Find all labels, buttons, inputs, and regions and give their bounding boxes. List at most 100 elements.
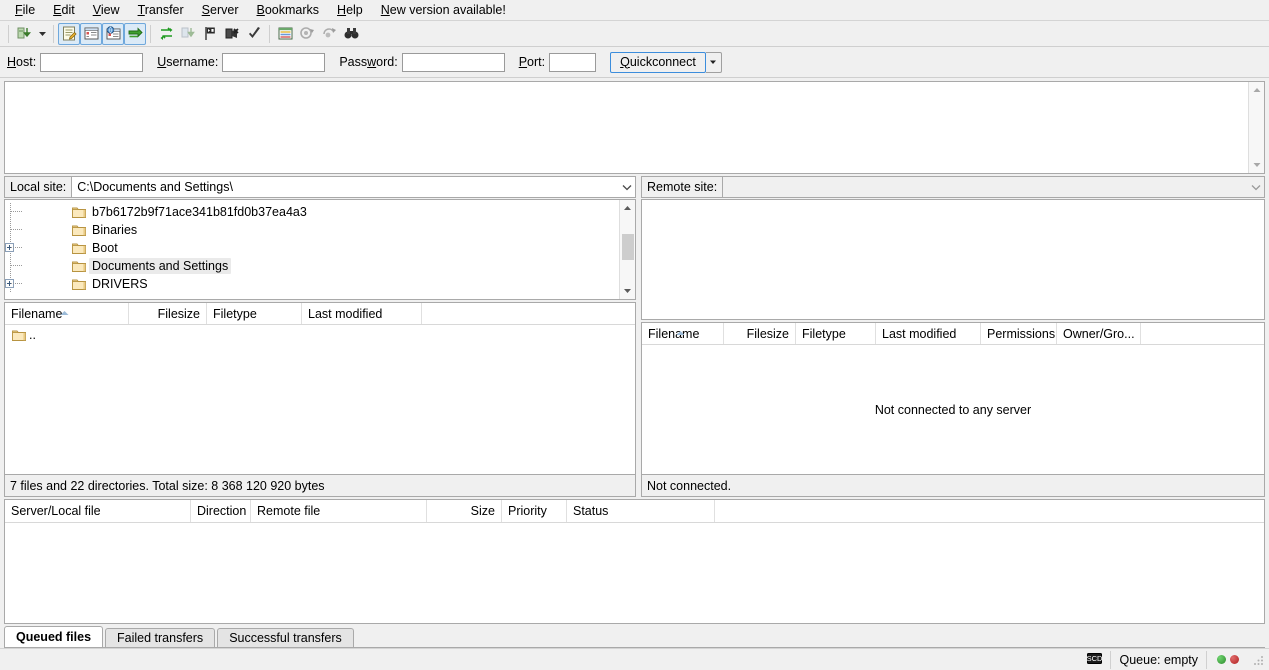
- remote-file-list-body[interactable]: Not connected to any server: [642, 345, 1264, 474]
- column-header-filesize[interactable]: Filesize: [724, 323, 796, 344]
- column-header-filename[interactable]: Filename: [642, 323, 724, 344]
- column-header-filler[interactable]: [715, 500, 1264, 522]
- column-header-filename[interactable]: Filename: [5, 303, 129, 324]
- binoculars-icon[interactable]: [340, 23, 362, 45]
- column-header-filler[interactable]: [422, 303, 635, 324]
- column-header-filetype[interactable]: Filetype: [796, 323, 876, 344]
- tree-item-selected[interactable]: Documents and Settings: [5, 257, 619, 275]
- scroll-up-icon[interactable]: [620, 200, 636, 216]
- port-input[interactable]: [549, 52, 597, 72]
- local-path-combo[interactable]: C:\Documents and Settings\: [72, 176, 636, 198]
- menu-item-bookmarks[interactable]: Bookmarks: [248, 1, 329, 20]
- menu-item-new-version[interactable]: New version available!: [372, 1, 515, 20]
- dir-filters-icon[interactable]: [318, 23, 340, 45]
- column-header-permissions[interactable]: Permissions: [981, 323, 1057, 344]
- username-label: Username:: [157, 55, 219, 69]
- message-log-scrollbar[interactable]: [1248, 82, 1264, 173]
- status-leds-cell: [1206, 650, 1249, 669]
- username-input[interactable]: [222, 52, 326, 72]
- host-input[interactable]: [40, 52, 144, 72]
- chevron-down-icon[interactable]: [1248, 184, 1264, 191]
- tree-indent: [5, 257, 71, 275]
- tree-item[interactable]: Binaries: [5, 221, 619, 239]
- column-label: Filesize: [746, 326, 789, 341]
- tree-indent: [5, 203, 71, 221]
- scroll-track[interactable]: [1249, 98, 1265, 157]
- column-header-size[interactable]: Size: [427, 500, 502, 522]
- table-row[interactable]: ..: [5, 325, 635, 345]
- column-header-status[interactable]: Status: [567, 500, 715, 522]
- toggle-transfer-queue-icon[interactable]: [124, 22, 146, 45]
- resize-grip-icon[interactable]: [1253, 654, 1265, 666]
- tree-line: [10, 257, 11, 275]
- column-label: Permissions: [987, 326, 1056, 341]
- refresh-icon[interactable]: [155, 23, 177, 45]
- tree-hook: [11, 229, 22, 230]
- menu-item-help[interactable]: Help: [328, 1, 372, 20]
- scroll-up-icon[interactable]: [1249, 82, 1265, 98]
- transfer-queue[interactable]: Server/Local file Direction Remote file …: [4, 499, 1265, 624]
- tree-hook: [11, 211, 22, 212]
- remote-file-list-header: Filename Filesize Filetype Last modified: [642, 323, 1264, 345]
- remote-empty-message: Not connected to any server: [874, 402, 1032, 417]
- quickconnect-dropdown-icon[interactable]: [705, 51, 722, 73]
- scroll-down-icon[interactable]: [620, 283, 636, 299]
- toggle-message-log-icon[interactable]: [58, 22, 80, 45]
- password-input[interactable]: [401, 52, 505, 72]
- site-manager-dropdown-icon[interactable]: [35, 23, 49, 45]
- tree-item[interactable]: Boot: [5, 239, 619, 257]
- column-header-last-modified[interactable]: Last modified: [302, 303, 422, 324]
- remote-tree-body[interactable]: [642, 200, 1264, 319]
- remote-path-combo[interactable]: [723, 176, 1265, 198]
- menu-item-transfer[interactable]: Transfer: [129, 1, 193, 20]
- toolbar-separator-4: [269, 24, 270, 43]
- column-header-direction[interactable]: Direction: [191, 500, 251, 522]
- menu-item-file[interactable]: FFileile: [6, 1, 44, 20]
- toggle-remote-tree-icon[interactable]: [102, 22, 124, 45]
- remote-directory-tree[interactable]: [641, 199, 1265, 320]
- tab-failed-transfers[interactable]: Failed transfers: [105, 628, 216, 647]
- message-log[interactable]: [4, 81, 1265, 174]
- local-tree-body[interactable]: b7b6172b9f71ace341b81fd0b37ea4a3 Binarie…: [5, 200, 619, 299]
- status-secure-cell[interactable]: SCD: [1079, 651, 1110, 669]
- chevron-down-icon[interactable]: [619, 184, 635, 191]
- local-directory-tree[interactable]: b7b6172b9f71ace341b81fd0b37ea4a3 Binarie…: [4, 199, 636, 300]
- local-file-list[interactable]: Filename Filesize Filetype Last modified: [4, 302, 636, 475]
- column-header-filetype[interactable]: Filetype: [207, 303, 302, 324]
- cancel-check-icon[interactable]: [243, 23, 265, 45]
- tree-item-label: Boot: [92, 241, 118, 255]
- queue-body[interactable]: [5, 523, 1264, 623]
- message-log-content: [5, 82, 1248, 173]
- tree-indent: [5, 221, 71, 239]
- tree-item[interactable]: b7b6172b9f71ace341b81fd0b37ea4a3: [5, 203, 619, 221]
- remote-file-list[interactable]: Filename Filesize Filetype Last modified: [641, 322, 1265, 475]
- menu-item-edit[interactable]: Edit: [44, 1, 84, 20]
- scroll-track[interactable]: [620, 216, 636, 283]
- column-header-priority[interactable]: Priority: [502, 500, 567, 522]
- folder-icon: [71, 222, 87, 238]
- column-header-server-local-file[interactable]: Server/Local file: [5, 500, 191, 522]
- disconnect-icon[interactable]: [221, 23, 243, 45]
- tab-queued-files[interactable]: Queued files: [4, 626, 104, 647]
- scroll-down-icon[interactable]: [1249, 157, 1265, 173]
- process-queue-icon[interactable]: [177, 23, 199, 45]
- column-header-filesize[interactable]: Filesize: [129, 303, 207, 324]
- local-file-list-body[interactable]: ..: [5, 325, 635, 474]
- column-header-filler[interactable]: [1141, 323, 1264, 344]
- tab-successful-transfers[interactable]: Successful transfers: [217, 628, 354, 647]
- directory-comparison-icon[interactable]: [274, 23, 296, 45]
- local-tree-scrollbar[interactable]: [619, 200, 635, 299]
- menu-item-view[interactable]: View: [84, 1, 129, 20]
- column-header-last-modified[interactable]: Last modified: [876, 323, 981, 344]
- column-header-remote-file[interactable]: Remote file: [251, 500, 427, 522]
- column-header-owner-group[interactable]: Owner/Gro...: [1057, 323, 1141, 344]
- filter-flag-icon[interactable]: [199, 23, 221, 45]
- site-manager-icon[interactable]: [13, 23, 35, 45]
- menu-item-server[interactable]: Server: [193, 1, 248, 20]
- local-status-line: 7 files and 22 directories. Total size: …: [4, 475, 636, 497]
- sync-browse-icon[interactable]: [296, 23, 318, 45]
- scroll-thumb[interactable]: [621, 234, 634, 260]
- toggle-local-tree-icon[interactable]: [80, 22, 102, 45]
- tree-item[interactable]: DRIVERS: [5, 275, 619, 293]
- quickconnect-button[interactable]: Quickconnect: [610, 51, 706, 73]
